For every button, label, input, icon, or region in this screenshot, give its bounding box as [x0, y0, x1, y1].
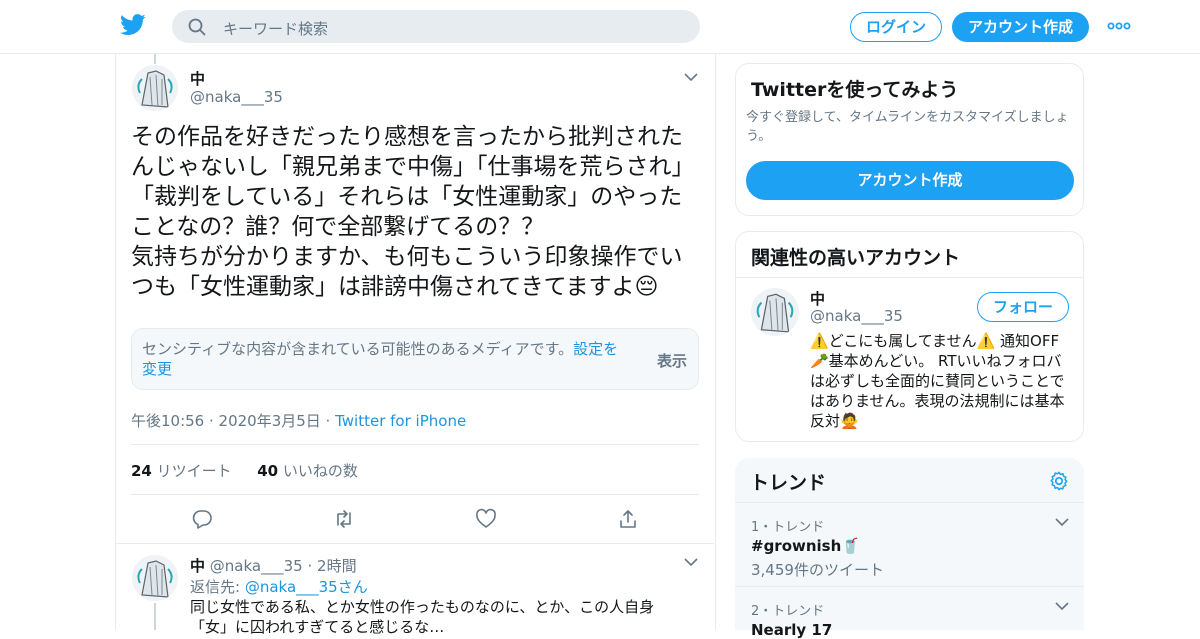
trend-meta: 2・トレンド	[751, 604, 825, 619]
show-button[interactable]: 表示	[657, 350, 687, 371]
chevron-down-icon[interactable]	[684, 72, 698, 82]
retweet-stat[interactable]: 24 リツイート	[131, 462, 232, 480]
signup-card-title: Twitterを使ってみよう	[751, 79, 959, 101]
trend-item[interactable]: 1・トレンド #grownish🥤 3,459件のツイート	[735, 502, 1084, 587]
search-input[interactable]: キーワード検索	[223, 18, 328, 39]
more-icon[interactable]	[1107, 20, 1131, 32]
divider	[116, 543, 714, 544]
signup-button[interactable]: アカウント作成	[952, 12, 1089, 42]
trend-meta: 1・トレンド	[751, 520, 825, 535]
top-header: キーワード検索 ログイン アカウント作成	[0, 0, 1200, 54]
sensitive-media-notice: センシティブな内容が含まれている可能性のあるメディアです。設定を変更 表示	[131, 328, 699, 390]
chevron-down-icon[interactable]	[1055, 517, 1069, 527]
related-accounts-card: 関連性の高いアカウント 中 @naka___35 フォロー ⚠️どこにも属してま…	[735, 231, 1084, 442]
avatar-illustration-icon	[132, 65, 178, 111]
avatar-illustration-icon	[751, 288, 799, 336]
trend-count: 3,459件のツイート	[751, 561, 884, 579]
separator-dot: ·	[307, 557, 313, 575]
trends-title: トレンド	[750, 472, 827, 494]
reply-author-handle[interactable]: @naka___35	[210, 557, 303, 575]
gear-icon[interactable]	[1048, 470, 1070, 492]
trend-item[interactable]: 2・トレンド Nearly 17	[735, 586, 1084, 639]
pensive-emoji: 😔	[634, 274, 659, 300]
author-name[interactable]: 中	[190, 68, 205, 89]
reply-author-name[interactable]: 中	[190, 557, 205, 575]
tweet-source[interactable]: Twitter for iPhone	[335, 412, 466, 430]
related-title: 関連性の高いアカウント	[751, 247, 961, 269]
avatar-illustration-icon	[132, 555, 178, 601]
divider	[131, 444, 699, 445]
follow-button[interactable]: フォロー	[977, 292, 1069, 322]
retweet-icon[interactable]	[333, 508, 355, 530]
like-icon[interactable]	[475, 508, 497, 530]
tweet-text: その作品を好きだったり感想を言ったから批判されたんじゃないし「親兄弟まで中傷」「…	[131, 124, 695, 300]
search-box[interactable]: キーワード検索	[172, 10, 700, 43]
divider	[736, 277, 1083, 278]
trend-name[interactable]: Nearly 17	[751, 621, 832, 639]
trends-card: トレンド 1・トレンド #grownish🥤 3,459件のツイート 2・トレン…	[735, 458, 1084, 639]
thread-line	[154, 603, 156, 630]
avatar[interactable]	[132, 65, 178, 111]
sensitive-text: センシティブな内容が含まれている可能性のあるメディアです。	[142, 340, 574, 358]
signup-card: Twitterを使ってみよう 今すぐ登録して、タイムラインをカスタマイズしましょ…	[735, 63, 1084, 216]
reply-text: 同じ女性である私、とか女性の作ったものなのに、とか、この人自身「女」に囚われすぎ…	[190, 598, 655, 636]
signup-card-button[interactable]: アカウント作成	[746, 161, 1074, 200]
trend-name[interactable]: #grownish🥤	[751, 537, 860, 555]
author-handle[interactable]: @naka___35	[190, 88, 283, 106]
reply-to-line: 返信先: @naka___35さん	[190, 578, 368, 596]
avatar[interactable]	[132, 555, 178, 601]
related-name[interactable]: 中	[810, 288, 825, 309]
reply-to-handle[interactable]: @naka___35	[245, 578, 338, 596]
chevron-down-icon[interactable]	[1055, 601, 1069, 611]
tweet-meta: 午後10:56 · 2020年3月5日 · Twitter for iPhone	[131, 410, 466, 431]
reply-icon[interactable]	[191, 508, 213, 530]
reply-time[interactable]: 2時間	[317, 557, 357, 575]
related-handle[interactable]: @naka___35	[810, 307, 903, 325]
twitter-logo-icon[interactable]	[120, 13, 146, 37]
like-stat[interactable]: 40 いいねの数	[257, 462, 358, 480]
thread-line	[154, 54, 156, 64]
tweet-stats: 24 リツイート 40 いいねの数	[131, 460, 358, 481]
tweet-time[interactable]: 午後10:56 · 2020年3月5日 ·	[131, 412, 335, 430]
search-icon	[188, 18, 206, 36]
chevron-down-icon[interactable]	[684, 557, 698, 567]
avatar[interactable]	[751, 288, 799, 336]
signup-card-desc: 今すぐ登録して、タイムラインをカスタマイズしましょう。	[746, 110, 1069, 144]
reply-header: 中 @naka___35 · 2時間	[190, 555, 357, 576]
share-icon[interactable]	[617, 508, 639, 530]
related-bio: ⚠️どこにも属してません⚠️ 通知OFF🥕基本めんどい。 RTいいねフォロバは必…	[810, 332, 1065, 430]
login-button[interactable]: ログイン	[850, 12, 942, 42]
divider	[131, 494, 699, 495]
